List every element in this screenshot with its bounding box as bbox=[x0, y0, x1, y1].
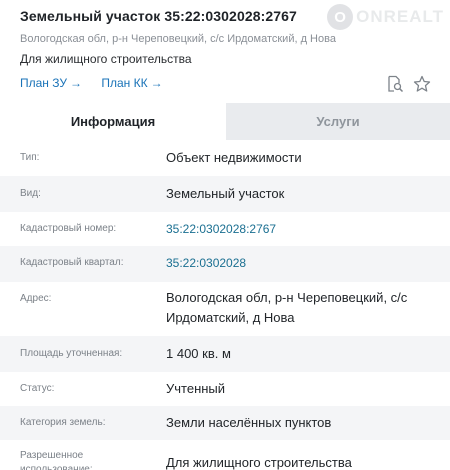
detail-row-cadastral-number: Кадастровый номер: 35:22:0302028:2767 bbox=[0, 212, 450, 246]
object-header: Земельный участок 35:22:0302028:2767 Вол… bbox=[0, 0, 450, 100]
detail-label: Тип: bbox=[20, 152, 40, 163]
detail-row-address: Адрес: Вологодская обл, р-н Череповецкий… bbox=[0, 282, 450, 336]
arrow-right-icon: → bbox=[70, 76, 82, 90]
plan-kk-link[interactable]: План КК → bbox=[101, 76, 162, 90]
detail-row-type: Тип: Объект недвижимости bbox=[0, 140, 450, 176]
tab-bar: Информация Услуги bbox=[0, 103, 450, 140]
detail-row-area: Площадь уточненная: 1 400 кв. м bbox=[0, 336, 450, 372]
object-purpose: Для жилищного строительства bbox=[20, 52, 192, 66]
detail-value: Для жилищного строительства bbox=[166, 455, 352, 470]
detail-value: Вологодская обл, р-н Череповецкий, с/с И… bbox=[166, 290, 408, 325]
plan-zu-link[interactable]: План ЗУ → bbox=[20, 76, 82, 90]
detail-row-permitted-use: Разрешенное использование: Для жилищного… bbox=[0, 440, 450, 470]
detail-row-land-category: Категория земель: Земли населённых пункт… bbox=[0, 406, 450, 440]
detail-value: Земельный участок bbox=[166, 186, 285, 201]
plan-kk-label: План КК bbox=[101, 76, 148, 90]
detail-row-cadastral-quarter: Кадастровый квартал: 35:22:0302028 bbox=[0, 246, 450, 282]
detail-row-status: Статус: Учтенный bbox=[0, 372, 450, 406]
tab-information[interactable]: Информация bbox=[0, 103, 226, 140]
detail-label: Разрешенное использование: bbox=[20, 450, 93, 470]
detail-label: Площадь уточненная: bbox=[20, 348, 123, 359]
cadastral-quarter-link[interactable]: 35:22:0302028 bbox=[166, 253, 441, 273]
plan-zu-label: План ЗУ bbox=[20, 76, 67, 90]
watermark-logo-icon: O bbox=[327, 4, 354, 30]
detail-value: Земли населённых пунктов bbox=[166, 415, 332, 430]
arrow-right-icon: → bbox=[150, 76, 163, 90]
detail-label: Статус: bbox=[20, 383, 55, 394]
detail-label: Категория земель: bbox=[20, 417, 106, 428]
detail-label: Кадастровый квартал: bbox=[20, 257, 124, 268]
detail-value: Учтенный bbox=[166, 381, 226, 396]
detail-row-kind: Вид: Земельный участок bbox=[0, 176, 450, 212]
watermark-logo: O ONREALT bbox=[327, 4, 444, 30]
tab-services[interactable]: Услуги bbox=[226, 103, 450, 140]
detail-label: Адрес: bbox=[20, 293, 52, 304]
watermark-text: ONREALT bbox=[356, 7, 444, 26]
page-title: Земельный участок 35:22:0302028:2767 bbox=[20, 8, 297, 24]
detail-label: Кадастровый номер: bbox=[20, 223, 117, 234]
detail-value: Объект недвижимости bbox=[166, 150, 302, 165]
object-address: Вологодская обл, р-н Череповецкий, с/с И… bbox=[20, 33, 336, 45]
cadastral-number-link[interactable]: 35:22:0302028:2767 bbox=[166, 219, 441, 239]
detail-value: 1 400 кв. м bbox=[166, 346, 231, 361]
plan-links: План ЗУ → План КК → bbox=[20, 76, 179, 90]
detail-label: Вид: bbox=[20, 188, 41, 199]
search-document-icon[interactable] bbox=[385, 74, 405, 94]
star-icon[interactable] bbox=[412, 74, 432, 94]
